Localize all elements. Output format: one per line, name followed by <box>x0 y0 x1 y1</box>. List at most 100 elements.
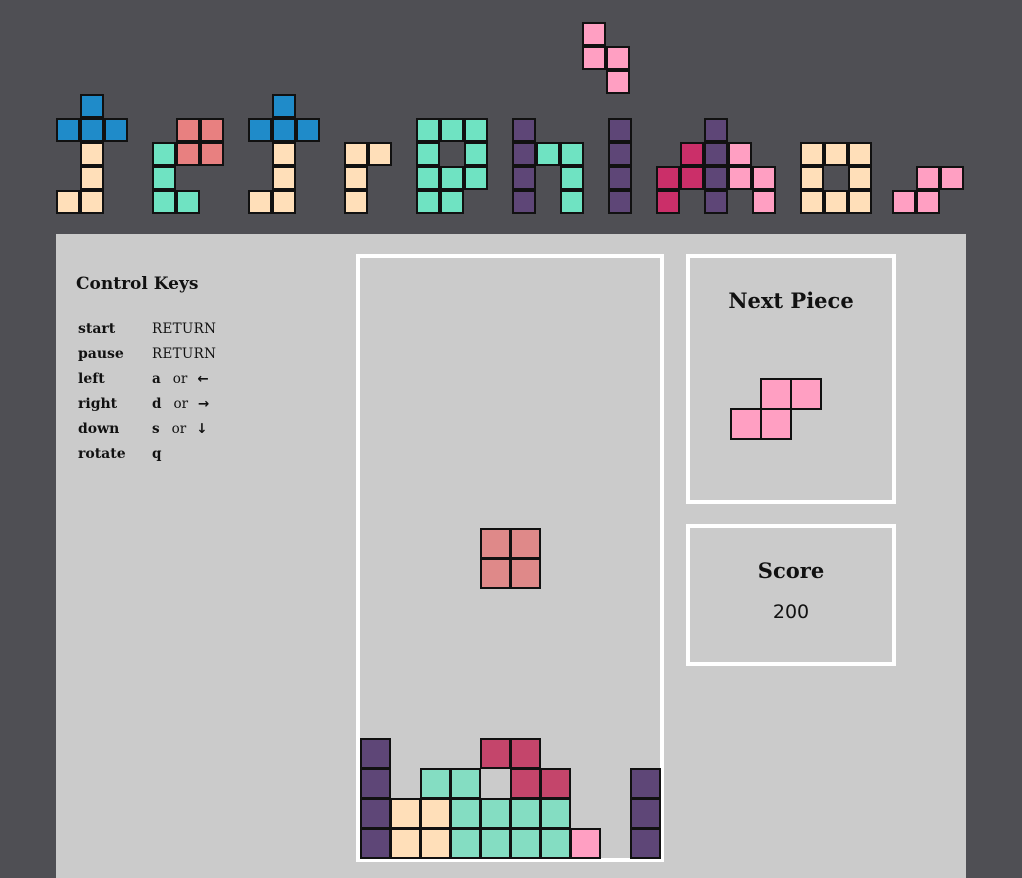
logo-block <box>892 190 916 214</box>
logo-block <box>440 166 464 190</box>
logo-block <box>916 166 940 190</box>
logo-block <box>608 166 632 190</box>
settled-block <box>510 738 541 769</box>
logo-block <box>272 94 296 118</box>
key-row-rotate: rotate q <box>76 441 216 466</box>
key-value: q <box>152 445 162 462</box>
logo-block <box>344 166 368 190</box>
key-value: RETURN <box>152 320 217 337</box>
next-piece-title: Next Piece <box>728 288 854 313</box>
next-piece-box: Next Piece <box>686 254 896 504</box>
logo-block <box>248 190 272 214</box>
settled-block <box>450 828 481 859</box>
settled-block <box>510 828 541 859</box>
tetronimo-logo <box>0 0 1022 234</box>
logo-block <box>416 142 440 166</box>
logo-block <box>512 142 536 166</box>
logo-block <box>272 118 296 142</box>
score-value: 200 <box>772 601 810 623</box>
score-title: Score <box>757 558 825 583</box>
settled-block <box>510 768 541 799</box>
logo-block <box>704 190 728 214</box>
settled-block <box>390 798 421 829</box>
logo-block <box>940 166 964 190</box>
logo-block <box>200 142 224 166</box>
logo-block <box>272 190 296 214</box>
settled-block <box>360 738 391 769</box>
settled-block <box>480 738 511 769</box>
logo-block <box>560 166 584 190</box>
score-box: Score 200 <box>686 524 896 666</box>
logo-block <box>582 22 606 46</box>
logo-block <box>272 166 296 190</box>
logo-block <box>608 118 632 142</box>
logo-block <box>80 118 104 142</box>
logo-block <box>728 166 752 190</box>
falling-piece-block <box>480 558 511 589</box>
key-or: or <box>171 420 187 437</box>
settled-block <box>480 828 511 859</box>
logo-block <box>606 46 630 70</box>
logo-block <box>464 166 488 190</box>
next-piece-preview <box>730 378 830 448</box>
key-action: pause <box>78 345 124 362</box>
settled-block <box>540 768 571 799</box>
logo-block <box>800 142 824 166</box>
logo-block <box>752 190 776 214</box>
settled-block <box>360 798 391 829</box>
settled-block <box>630 828 661 859</box>
logo-block <box>608 190 632 214</box>
logo-block <box>824 142 848 166</box>
logo-block <box>464 142 488 166</box>
logo-block <box>176 190 200 214</box>
logo-block <box>680 142 704 166</box>
logo-block <box>800 166 824 190</box>
logo-block <box>80 166 104 190</box>
game-board[interactable] <box>356 254 664 862</box>
logo-block <box>272 142 296 166</box>
falling-piece-block <box>480 528 511 559</box>
left-arrow-icon: ← <box>197 370 209 387</box>
logo-block <box>464 118 488 142</box>
logo-block <box>152 166 176 190</box>
logo-block <box>582 46 606 70</box>
settled-block <box>360 768 391 799</box>
logo-block <box>848 166 872 190</box>
key-row-left: left a or ← <box>76 366 216 391</box>
logo-block <box>560 190 584 214</box>
falling-piece-block <box>510 558 541 589</box>
settled-block <box>450 768 481 799</box>
next-piece-block <box>730 408 762 440</box>
control-keys-panel: Control Keys start RETURN pause RETURN l… <box>76 274 216 466</box>
logo-block <box>656 190 680 214</box>
logo-block <box>916 190 940 214</box>
key-value: a <box>152 370 161 387</box>
logo-block <box>704 142 728 166</box>
key-row-start: start RETURN <box>76 316 216 341</box>
logo-block <box>656 166 680 190</box>
settled-block <box>450 798 481 829</box>
settled-block <box>510 798 541 829</box>
logo-block <box>800 190 824 214</box>
logo-block <box>440 190 464 214</box>
key-row-down: down s or ↓ <box>76 416 216 441</box>
settled-block <box>540 798 571 829</box>
logo-block <box>704 118 728 142</box>
board-grid <box>360 258 661 859</box>
logo-block <box>152 190 176 214</box>
logo-block <box>560 142 584 166</box>
logo-block <box>152 142 176 166</box>
key-action: rotate <box>78 445 126 462</box>
logo-block <box>512 118 536 142</box>
settled-block <box>630 798 661 829</box>
key-or: or <box>173 395 189 412</box>
logo-block <box>248 118 272 142</box>
logo-block <box>728 142 752 166</box>
falling-piece-block <box>510 528 541 559</box>
key-row-pause: pause RETURN <box>76 341 216 366</box>
right-arrow-icon: → <box>198 395 210 412</box>
logo-block <box>752 166 776 190</box>
down-arrow-icon: ↓ <box>196 420 208 437</box>
logo-block <box>104 118 128 142</box>
settled-block <box>420 768 451 799</box>
